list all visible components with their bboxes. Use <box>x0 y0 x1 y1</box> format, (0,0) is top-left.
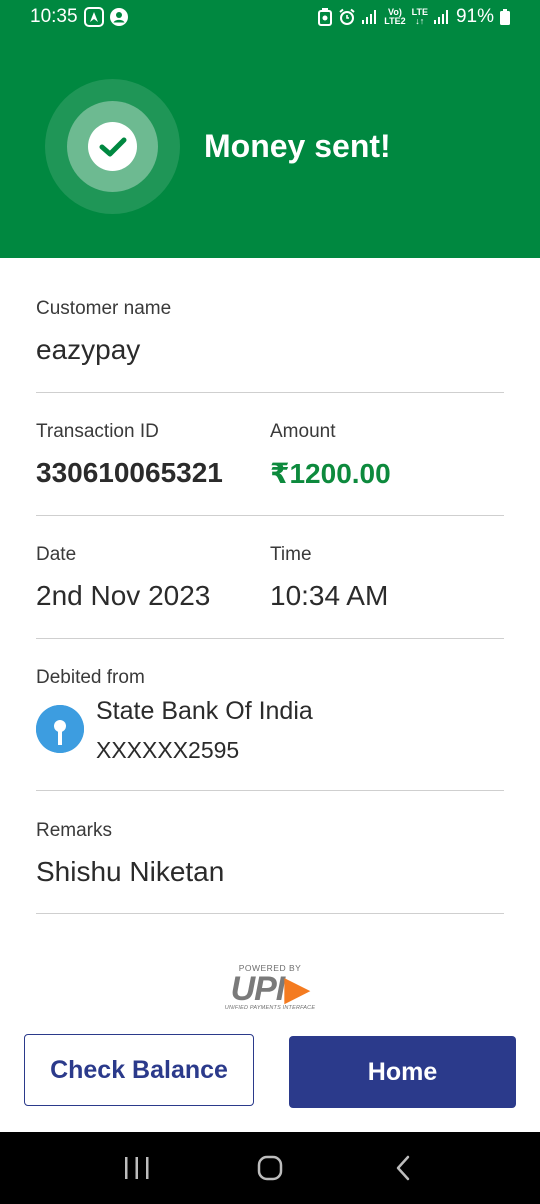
datetime-section: Date 2nd Nov 2023 Time 10:34 AM <box>36 544 504 624</box>
amount-label: Amount <box>270 421 336 442</box>
account-icon <box>109 8 128 26</box>
remarks-value: Shishu Niketan <box>36 856 225 887</box>
page-title: Money sent! <box>204 128 391 164</box>
amount-block: Amount ₹1200.00 <box>270 421 391 490</box>
navigation-app-icon <box>83 7 104 27</box>
remarks-label: Remarks <box>36 820 113 841</box>
volte-indicator: Vo) LTE2 <box>384 8 405 26</box>
bank-name: State Bank Of India <box>96 697 313 725</box>
signal-2-icon <box>433 10 450 24</box>
checkmark-icon <box>88 122 137 171</box>
home-button[interactable]: Home <box>289 1036 516 1108</box>
customer-name-value: eazypay <box>36 334 141 365</box>
amount-value: ₹1200.00 <box>270 458 391 489</box>
time-block: Time 10:34 AM <box>270 544 388 612</box>
status-left: 10:35 <box>30 6 128 28</box>
debit-section: Debited from State Bank Of India XXXXXX2… <box>36 667 504 777</box>
check-balance-button[interactable]: Check Balance <box>24 1034 254 1106</box>
upi-arrow-icon: ▶ <box>284 970 310 1008</box>
bank-logo-icon <box>36 705 84 753</box>
success-header: Money sent! <box>0 34 540 258</box>
date-block: Date 2nd Nov 2023 <box>36 544 210 612</box>
data-saver-icon <box>318 8 333 26</box>
customer-name-label: Customer name <box>36 298 172 319</box>
system-nav-bar <box>0 1132 540 1204</box>
back-icon[interactable] <box>373 1138 433 1198</box>
bank-account-number: XXXXXX2595 <box>96 737 240 763</box>
remarks-section: Remarks Shishu Niketan <box>36 820 504 888</box>
transaction-id-label: Transaction ID <box>36 421 159 442</box>
status-right: Vo) LTE2 LTE ↓↑ 91% <box>318 6 510 28</box>
recent-apps-icon[interactable] <box>107 1138 167 1198</box>
upi-logo-text: UPI▶ <box>220 970 320 1008</box>
divider <box>36 913 504 914</box>
lte-arrows: ↓↑ <box>415 16 425 26</box>
battery-icon <box>500 9 510 25</box>
date-value: 2nd Nov 2023 <box>36 580 211 611</box>
home-nav-icon[interactable] <box>240 1138 300 1198</box>
transaction-id-block: Transaction ID 330610065321 <box>36 421 223 489</box>
transaction-id-value: 330610065321 <box>36 457 223 488</box>
transaction-section: Transaction ID 330610065321 Amount ₹1200… <box>36 421 504 501</box>
alarm-icon <box>338 8 356 26</box>
divider <box>36 392 504 393</box>
divider <box>36 515 504 516</box>
debited-from-label: Debited from <box>36 667 145 688</box>
divider <box>36 790 504 791</box>
upi-subtitle: UNIFIED PAYMENTS INTERFACE <box>224 1005 316 1011</box>
divider <box>36 638 504 639</box>
status-time: 10:35 <box>30 6 78 27</box>
customer-section: Customer name eazypay <box>36 298 504 366</box>
volte-bottom: LTE2 <box>384 16 406 26</box>
signal-1-icon <box>362 10 378 24</box>
time-label: Time <box>270 544 312 565</box>
time-value: 10:34 AM <box>270 580 389 611</box>
upi-logo: POWERED BY UPI▶ UNIFIED PAYMENTS INTERFA… <box>220 963 320 1013</box>
status-bar: 10:35 Vo) LTE2 LTE ↓↑ 91% <box>0 0 540 34</box>
upi-wordmark: UPI <box>230 970 286 1008</box>
battery-percent: 91% <box>455 6 494 27</box>
lte-indicator: LTE ↓↑ <box>412 8 428 26</box>
date-label: Date <box>36 544 77 565</box>
